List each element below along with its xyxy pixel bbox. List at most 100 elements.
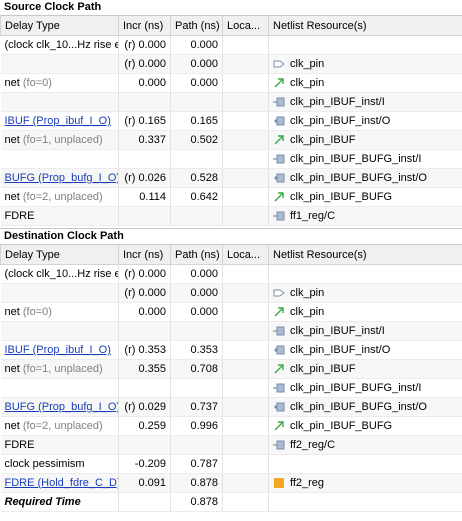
table-row[interactable]: clk_pin_IBUF_BUFG_inst/I [0,149,462,169]
netlist-resource[interactable]: clk_pin_IBUF_inst/O [273,344,458,356]
netlist-resource[interactable]: clk_pin_IBUF_inst/I [273,325,458,337]
netlist-resource-cell[interactable]: clk_pin_IBUF_BUFG_inst/O [268,168,462,188]
pin-in-icon [273,325,285,337]
netlist-resource-cell[interactable]: ff1_reg/C [268,206,462,226]
netlist-resource-cell[interactable]: clk_pin_IBUF_inst/I [268,92,462,112]
port-in-icon [273,287,285,299]
col-header-netlist-resources[interactable]: Netlist Resource(s) [268,245,462,265]
delay-type-link[interactable]: FDRE (Hold_fdre_C_D) [5,477,118,489]
netlist-resource-cell[interactable]: clk_pin_IBUF [268,359,462,379]
col-header-netlist-resources[interactable]: Netlist Resource(s) [268,16,462,36]
table-row[interactable]: BUFG (Prop_bufg_I_O) (r) 0.029 0.737 clk_pi… [0,397,462,417]
netlist-resource-label: clk_pin_IBUF_BUFG_inst/I [290,382,422,394]
netlist-resource-cell[interactable]: clk_pin_IBUF_BUFG [268,416,462,436]
table-row[interactable]: IBUF (Prop_ibuf_I_O) (r) 0.353 0.353 clk_pi… [0,340,462,360]
delay-type-cell: net (fo=0) [0,73,119,93]
netlist-resource[interactable]: clk_pin_IBUF_BUFG [273,191,458,203]
delay-type-link[interactable]: BUFG (Prop_bufg_I_O) [5,401,118,413]
col-header-location[interactable]: Loca... [222,16,269,36]
netlist-resource[interactable]: clk_pin_IBUF_BUFG_inst/I [273,382,458,394]
table-row[interactable]: net (fo=2, unplaced) 0.259 0.996 clk_pin_IB… [0,416,462,436]
table-row[interactable]: Required Time 0.878 [0,492,462,512]
table-row[interactable]: FDRE (Hold_fdre_C_D) 0.091 0.878 ff2_reg [0,473,462,493]
table-row[interactable]: net (fo=1, unplaced) 0.355 0.708 clk_pin_IB… [0,359,462,379]
netlist-resource[interactable]: clk_pin [273,58,458,70]
table-row[interactable]: (clock clk_10...Hz rise edge)(r) 0.0000.… [0,264,462,284]
netlist-resource[interactable]: clk_pin_IBUF [273,134,458,146]
col-header-path[interactable]: Path (ns) [170,245,223,265]
pin-in-icon [273,96,285,108]
netlist-resource[interactable]: clk_pin [273,306,458,318]
delay-type-label: (clock clk_10...Hz rise edge) [4,39,118,51]
delay-type-label: net [4,134,20,146]
incr-cell [118,92,171,112]
netlist-resource-cell[interactable]: clk_pin_IBUF_BUFG_inst/I [268,149,462,169]
netlist-resource-cell[interactable]: clk_pin [268,54,462,74]
netlist-resource-cell[interactable]: ff2_reg/C [268,435,462,455]
delay-type-cell[interactable]: FDRE (Hold_fdre_C_D) [0,473,119,493]
delay-type-link[interactable]: IBUF (Prop_ibuf_I_O) [5,115,111,127]
netlist-resource-cell[interactable]: clk_pin_IBUF_BUFG [268,187,462,207]
table-row[interactable]: net (fo=0) 0.000 0.000 clk_pin [0,73,462,93]
col-header-incr[interactable]: Incr (ns) [118,16,171,36]
netlist-resource[interactable]: ff2_reg [273,477,458,489]
delay-type-link[interactable]: IBUF (Prop_ibuf_I_O) [5,344,111,356]
table-row[interactable]: net (fo=1, unplaced) 0.337 0.502 clk_pin_IB… [0,130,462,150]
table-row[interactable]: FDRE ff2_reg/C [0,435,462,455]
col-header-delay-type[interactable]: Delay Type [0,245,119,265]
location-cell [222,111,269,131]
location-cell [222,149,269,169]
table-row[interactable]: clk_pin_IBUF_inst/I [0,321,462,341]
table-row[interactable]: clk_pin_IBUF_BUFG_inst/I [0,378,462,398]
table-row[interactable]: (r) 0.000 0.000 clk_pin [0,283,462,303]
netlist-resource-cell[interactable]: ff2_reg [268,473,462,493]
delay-type-cell [0,92,119,112]
netlist-resource[interactable]: clk_pin [273,287,458,299]
netlist-resource[interactable]: clk_pin [273,77,458,89]
netlist-resource[interactable]: clk_pin_IBUF_inst/I [273,96,458,108]
table-row[interactable]: FDRE ff1_reg/C [0,206,462,226]
netlist-resource-cell[interactable]: clk_pin [268,283,462,303]
netlist-resource-cell[interactable]: clk_pin_IBUF_BUFG_inst/I [268,378,462,398]
table-row[interactable]: BUFG (Prop_bufg_I_O) (r) 0.026 0.528 clk_pi… [0,168,462,188]
netlist-resource[interactable]: clk_pin_IBUF_BUFG [273,420,458,432]
delay-type-cell[interactable]: IBUF (Prop_ibuf_I_O) [0,340,119,360]
delay-type-label: FDRE [4,439,35,451]
netlist-resource[interactable]: ff1_reg/C [273,210,458,222]
col-header-path[interactable]: Path (ns) [170,16,223,36]
netlist-resource[interactable]: clk_pin_IBUF_BUFG_inst/O [273,172,458,184]
table-row[interactable]: net (fo=0) 0.000 0.000 clk_pin [0,302,462,322]
netlist-resource[interactable]: clk_pin_IBUF [273,363,458,375]
delay-type-cell[interactable]: BUFG (Prop_bufg_I_O) [0,397,119,417]
location-cell [222,359,269,379]
netlist-resource-cell [268,35,462,55]
incr-cell: 0.355 [118,359,171,379]
netlist-resource-cell[interactable]: clk_pin [268,73,462,93]
table-row[interactable]: (r) 0.000 0.000 clk_pin [0,54,462,74]
netlist-resource[interactable]: clk_pin_IBUF_BUFG_inst/I [273,153,458,165]
netlist-resource[interactable]: clk_pin_IBUF_inst/O [273,115,458,127]
delay-type-cell[interactable]: BUFG (Prop_bufg_I_O) [0,168,119,188]
col-header-delay-type[interactable]: Delay Type [0,16,119,36]
netlist-resource-cell[interactable]: clk_pin_IBUF_inst/O [268,340,462,360]
netlist-resource-cell[interactable]: clk_pin_IBUF [268,130,462,150]
col-header-incr[interactable]: Incr (ns) [118,245,171,265]
delay-type-link[interactable]: BUFG (Prop_bufg_I_O) [5,172,118,184]
delay-type-cell[interactable]: IBUF (Prop_ibuf_I_O) [0,111,119,131]
netlist-resource-cell[interactable]: clk_pin [268,302,462,322]
delay-type-label: net [4,363,20,375]
netlist-resource-cell[interactable]: clk_pin_IBUF_inst/I [268,321,462,341]
location-cell [222,130,269,150]
table-row[interactable]: clk_pin_IBUF_inst/I [0,92,462,112]
netlist-resource[interactable]: ff2_reg/C [273,439,458,451]
pin-out-icon [273,115,285,127]
table-row[interactable]: clock pessimism -0.209 0.787 [0,454,462,474]
netlist-resource-cell[interactable]: clk_pin_IBUF_inst/O [268,111,462,131]
table-row[interactable]: net (fo=2, unplaced) 0.114 0.642 clk_pin_IB… [0,187,462,207]
netlist-resource-cell[interactable]: clk_pin_IBUF_BUFG_inst/O [268,397,462,417]
incr-cell [118,378,171,398]
col-header-location[interactable]: Loca... [222,245,269,265]
table-row[interactable]: (clock clk_10...Hz rise edge)(r) 0.0000.… [0,35,462,55]
table-row[interactable]: IBUF (Prop_ibuf_I_O) (r) 0.165 0.165 clk_pi… [0,111,462,131]
netlist-resource[interactable]: clk_pin_IBUF_BUFG_inst/O [273,401,458,413]
